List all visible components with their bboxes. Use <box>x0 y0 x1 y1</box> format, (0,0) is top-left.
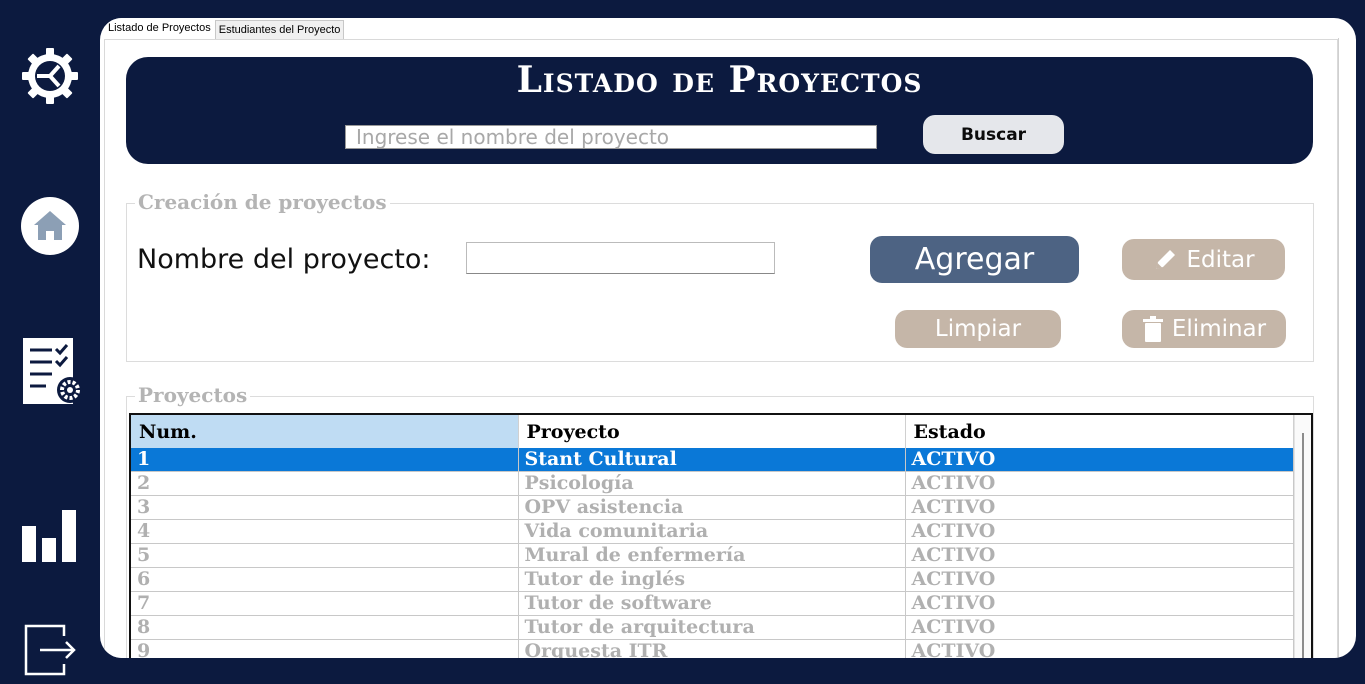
projects-group: Proyectos Num. Proyecto Estado 1 Stant Cu… <box>126 383 1314 658</box>
header-banner: Listado de Proyectos Buscar <box>126 57 1313 164</box>
cell-estado: ACTIVO <box>905 519 1294 544</box>
tab-estudiantes-proyecto[interactable]: Estudiantes del Proyecto <box>214 20 345 40</box>
create-group-legend: Creación de proyectos <box>135 190 390 214</box>
cell-proyecto: Tutor de arquitectura <box>518 615 906 640</box>
pencil-icon <box>1156 249 1176 269</box>
cell-estado: ACTIVO <box>905 591 1294 616</box>
projects-group-legend: Proyectos <box>135 383 251 407</box>
scrollbar-thumb[interactable] <box>1302 433 1304 658</box>
cell-num: 9 <box>131 639 519 658</box>
table-body: 1 Stant Cultural ACTIVO 2 Psicología ACTIVO 3 O… <box>131 448 1294 658</box>
cell-num: 6 <box>131 567 519 592</box>
table-row[interactable]: 8 Tutor de arquitectura ACTIVO <box>131 615 1294 640</box>
panel-divider <box>1338 38 1339 658</box>
cell-estado: ACTIVO <box>905 567 1294 592</box>
cell-num: 4 <box>131 519 519 544</box>
tab-listado-proyectos[interactable]: Listado de Proyectos <box>104 18 215 40</box>
tab-strip: Listado de Proyectos Estudiantes del Pro… <box>104 18 345 40</box>
delete-button-label: Eliminar <box>1171 316 1267 342</box>
trash-icon <box>1142 316 1163 342</box>
table-row[interactable]: 1 Stant Cultural ACTIVO <box>131 448 1294 472</box>
cell-proyecto: Orquesta ITR <box>518 639 906 658</box>
page-title: Listado de Proyectos <box>516 59 923 101</box>
cell-num: 1 <box>131 448 519 472</box>
cell-num: 7 <box>131 591 519 616</box>
table-row[interactable]: 2 Psicología ACTIVO <box>131 471 1294 496</box>
clear-button-label: Limpiar <box>934 316 1022 342</box>
add-button[interactable]: Agregar <box>870 236 1079 283</box>
edit-button[interactable]: Editar <box>1122 239 1285 280</box>
table-row[interactable]: 6 Tutor de inglés ACTIVO <box>131 567 1294 592</box>
logout-icon[interactable] <box>20 622 80 678</box>
cell-estado: ACTIVO <box>905 495 1294 520</box>
table-row[interactable]: 3 OPV asistencia ACTIVO <box>131 495 1294 520</box>
project-name-field[interactable] <box>466 242 775 274</box>
cell-num: 3 <box>131 495 519 520</box>
table-row[interactable]: 7 Tutor de software ACTIVO <box>131 591 1294 616</box>
search-button[interactable]: Buscar <box>923 115 1064 154</box>
sidebar <box>0 0 100 684</box>
cell-proyecto: Psicología <box>518 471 906 496</box>
cell-proyecto: OPV asistencia <box>518 495 906 520</box>
table-row[interactable]: 9 Orquesta ITR ACTIVO <box>131 639 1294 658</box>
column-header-num[interactable]: Num. <box>131 415 519 448</box>
clear-button[interactable]: Limpiar <box>895 310 1061 348</box>
create-project-group: Creación de proyectos Nombre del proyect… <box>126 190 1314 362</box>
cell-estado: ACTIVO <box>905 448 1294 472</box>
cell-num: 5 <box>131 543 519 568</box>
table-scrollbar[interactable] <box>1294 415 1311 658</box>
table-header-row: Num. Proyecto Estado <box>131 415 1294 448</box>
edit-button-label: Editar <box>1186 246 1255 273</box>
cell-proyecto: Stant Cultural <box>518 448 906 472</box>
tasks-settings-icon[interactable] <box>18 336 88 408</box>
cell-proyecto: Vida comunitaria <box>518 519 906 544</box>
cell-estado: ACTIVO <box>905 615 1294 640</box>
column-header-estado[interactable]: Estado <box>905 415 1294 448</box>
search-input[interactable] <box>345 125 877 149</box>
home-icon[interactable] <box>20 196 80 256</box>
cell-num: 2 <box>131 471 519 496</box>
cell-estado: ACTIVO <box>905 543 1294 568</box>
column-header-proyecto[interactable]: Proyecto <box>518 415 906 448</box>
gear-icon[interactable] <box>20 46 80 106</box>
cell-estado: ACTIVO <box>905 471 1294 496</box>
cell-estado: ACTIVO <box>905 639 1294 658</box>
cell-proyecto: Tutor de inglés <box>518 567 906 592</box>
cell-proyecto: Tutor de software <box>518 591 906 616</box>
cell-num: 8 <box>131 615 519 640</box>
bar-chart-icon[interactable] <box>20 506 80 566</box>
main-panel: Listado de Proyectos Estudiantes del Pro… <box>100 18 1356 658</box>
table-row[interactable]: 5 Mural de enfermería ACTIVO <box>131 543 1294 568</box>
add-button-label: Agregar <box>914 242 1035 277</box>
project-name-label: Nombre del proyecto: <box>137 244 431 275</box>
projects-table: Num. Proyecto Estado 1 Stant Cultural ACTI… <box>129 413 1313 658</box>
cell-proyecto: Mural de enfermería <box>518 543 906 568</box>
delete-button[interactable]: Eliminar <box>1122 310 1286 348</box>
table-row[interactable]: 4 Vida comunitaria ACTIVO <box>131 519 1294 544</box>
